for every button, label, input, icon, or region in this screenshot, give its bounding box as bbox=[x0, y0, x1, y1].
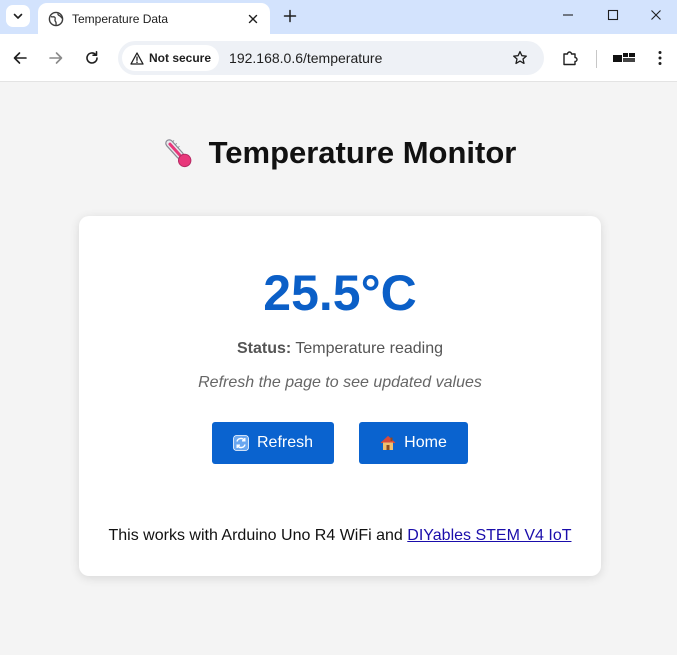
status-value: Temperature reading bbox=[295, 340, 444, 357]
footer-text: This works with Arduino Uno R4 WiFi and bbox=[108, 527, 408, 544]
url-text[interactable]: 192.168.0.6/temperature bbox=[229, 50, 506, 66]
more-vertical-icon bbox=[658, 51, 662, 65]
page-content: Temperature Monitor 25.5°C Status: Tempe… bbox=[0, 83, 677, 655]
brand-logo-icon bbox=[613, 53, 635, 62]
home-button-label: Home bbox=[404, 434, 447, 451]
page-title: Temperature Monitor bbox=[208, 135, 517, 170]
maximize-icon bbox=[607, 9, 619, 21]
maximize-button[interactable] bbox=[590, 0, 636, 30]
star-icon bbox=[513, 50, 527, 65]
temperature-card: 25.5°C Status: Temperature reading Refre… bbox=[79, 216, 601, 576]
status-line: Status: Temperature reading bbox=[79, 340, 601, 358]
chevron-down-icon bbox=[13, 13, 23, 19]
minimize-icon bbox=[563, 14, 573, 16]
minimize-button[interactable] bbox=[545, 0, 591, 30]
refresh-icon bbox=[233, 435, 249, 451]
bookmark-button[interactable] bbox=[506, 44, 534, 72]
arrow-left-icon bbox=[13, 52, 27, 64]
reload-button[interactable] bbox=[78, 44, 106, 72]
plus-icon bbox=[283, 9, 297, 23]
toolbar-separator bbox=[596, 50, 597, 68]
tab-temperature-data[interactable]: Temperature Data bbox=[38, 3, 270, 34]
new-tab-button[interactable] bbox=[279, 5, 301, 27]
temperature-value: 25.5°C bbox=[263, 265, 417, 321]
warning-icon bbox=[130, 51, 144, 65]
forward-button[interactable] bbox=[42, 44, 70, 72]
globe-icon bbox=[48, 11, 64, 26]
close-icon bbox=[651, 10, 661, 20]
tab-title: Temperature Data bbox=[72, 11, 169, 26]
refresh-button[interactable]: Refresh bbox=[212, 422, 334, 464]
security-label: Not secure bbox=[149, 51, 212, 65]
footer-note: This works with Arduino Uno R4 WiFi and … bbox=[79, 527, 601, 545]
puzzle-icon bbox=[563, 51, 578, 66]
tab-close-button[interactable] bbox=[242, 8, 264, 30]
refresh-button-label: Refresh bbox=[256, 434, 314, 451]
security-chip[interactable]: Not secure bbox=[122, 45, 220, 71]
diyables-link[interactable]: DIYables STEM V4 IoT bbox=[407, 527, 571, 544]
page-heading: Temperature Monitor bbox=[0, 135, 677, 171]
reload-icon bbox=[86, 51, 98, 64]
thermometer-icon bbox=[164, 139, 192, 168]
close-window-button[interactable] bbox=[633, 0, 677, 30]
menu-button[interactable] bbox=[646, 44, 674, 72]
status-label: Status: bbox=[236, 340, 292, 357]
tab-strip: Temperature Data bbox=[0, 0, 677, 34]
refresh-hint: Refresh the page to see updated values bbox=[198, 374, 482, 391]
home-button[interactable]: Home bbox=[359, 422, 468, 464]
extension-logo-icon[interactable] bbox=[612, 50, 636, 66]
browser-toolbar: Not secure 192.168.0.6/temperature bbox=[0, 34, 677, 82]
back-button[interactable] bbox=[6, 44, 34, 72]
address-bar[interactable]: Not secure 192.168.0.6/temperature bbox=[118, 41, 544, 75]
arrow-right-icon bbox=[49, 52, 63, 64]
extensions-button[interactable] bbox=[556, 44, 584, 72]
house-icon bbox=[380, 435, 396, 450]
close-icon bbox=[248, 14, 258, 23]
tab-search-button[interactable] bbox=[6, 5, 30, 27]
